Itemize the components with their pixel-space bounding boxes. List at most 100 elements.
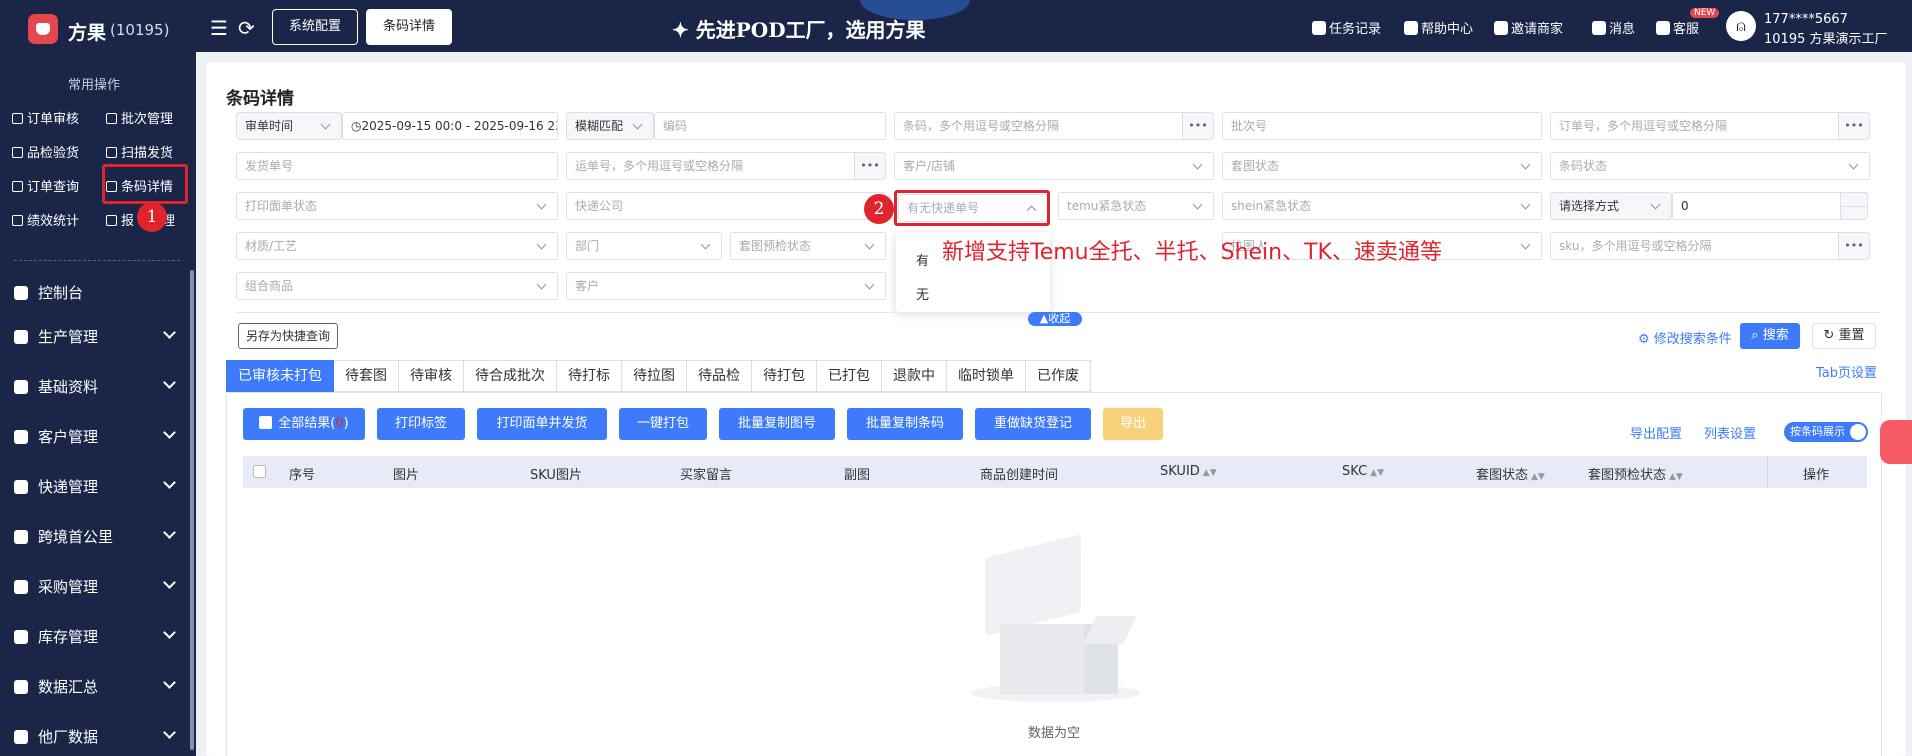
- temu-urgent-select[interactable]: temu紧急状态: [1058, 192, 1214, 220]
- barcode-status-select[interactable]: 条码状态: [1550, 152, 1870, 180]
- print-status-select[interactable]: 打印面单状态: [236, 192, 558, 220]
- tab-voided[interactable]: 已作废: [1026, 360, 1091, 392]
- sidebar-divider: [14, 260, 180, 261]
- search-button[interactable]: ⌕ 搜索: [1740, 323, 1800, 349]
- tab-pending-batch[interactable]: 待合成批次: [464, 360, 557, 392]
- message-link[interactable]: 消息: [1592, 18, 1635, 37]
- user-add-icon: [1494, 21, 1508, 35]
- tab-system-config[interactable]: 系统配置: [272, 9, 359, 45]
- export-button[interactable]: 导出: [1103, 408, 1163, 440]
- col-set-status[interactable]: 套图状态 ▲▼: [1476, 464, 1545, 483]
- batch-input[interactable]: 批次号: [1222, 112, 1542, 140]
- collapse-toggle[interactable]: ▲收起: [1028, 312, 1082, 326]
- code-input[interactable]: 编码: [654, 112, 886, 140]
- combo-goods-select[interactable]: 组合商品: [236, 272, 558, 300]
- department-select[interactable]: 部门: [566, 232, 722, 260]
- quick-op-scan-ship[interactable]: 扫描发货: [106, 142, 173, 161]
- all-results-button[interactable]: 全部结果(0): [243, 408, 365, 440]
- sku-input[interactable]: sku，多个用逗号或空格分隔: [1550, 232, 1870, 260]
- tab-pending-qc[interactable]: 待品检: [687, 360, 752, 392]
- tab-pending-label[interactable]: 待打标: [557, 360, 622, 392]
- col-skc[interactable]: SKC ▲▼: [1342, 464, 1384, 479]
- brand-logo-icon[interactable]: [28, 14, 58, 44]
- date-range-picker[interactable]: ◷2025-09-15 00:0 - 2025-09-16 23:5: [342, 112, 558, 140]
- export-config-link[interactable]: 导出配置: [1630, 423, 1682, 442]
- sidebar-scrollbar[interactable]: [190, 270, 194, 750]
- one-click-pack-button[interactable]: 一键打包: [619, 408, 707, 440]
- tab-packed[interactable]: 已打包: [817, 360, 882, 392]
- courier-input[interactable]: 快递公司: [566, 192, 886, 220]
- select-all-checkbox[interactable]: [253, 465, 266, 478]
- waybill-input[interactable]: 运单号，多个用逗号或空格分隔: [566, 152, 886, 180]
- avatar[interactable]: ⍝: [1726, 11, 1756, 41]
- quick-op-performance[interactable]: 绩效统计: [12, 210, 79, 229]
- time-type-select[interactable]: 审单时间: [236, 112, 342, 140]
- print-label-button[interactable]: 打印标签: [377, 408, 465, 440]
- sidebar-item-basic-data[interactable]: 基础资料: [14, 376, 176, 397]
- task-record-link[interactable]: 任务记录: [1312, 18, 1381, 37]
- material-select[interactable]: 材质/工艺: [236, 232, 558, 260]
- checkbox-icon: [12, 113, 23, 124]
- col-skuid[interactable]: SKUID ▲▼: [1160, 464, 1217, 479]
- tab-settings-link[interactable]: Tab页设置: [1816, 362, 1877, 381]
- scan-icon: [106, 147, 117, 158]
- customer-shop-select[interactable]: 客户/店铺: [894, 152, 1214, 180]
- quick-op-order-query[interactable]: 订单查询: [12, 176, 79, 195]
- search-doc-icon: [12, 181, 23, 192]
- order-no-input[interactable]: 订单号，多个用逗号或空格分隔: [1550, 112, 1870, 140]
- print-and-ship-button[interactable]: 打印面单并发货: [477, 408, 607, 440]
- tab-pending-pack[interactable]: 待打包: [752, 360, 817, 392]
- number-stepper[interactable]: [1840, 192, 1868, 220]
- refresh-icon[interactable]: ⟳: [238, 16, 255, 40]
- sidebar-item-first-mile[interactable]: 跨境首公里: [14, 526, 176, 547]
- shein-urgent-select[interactable]: shein紧急状态: [1222, 192, 1542, 220]
- quick-op-quality-check[interactable]: 品检验货: [12, 142, 79, 161]
- copy-image-no-button[interactable]: 批量复制图号: [719, 408, 835, 440]
- invite-merchant-link[interactable]: 邀请商家: [1494, 18, 1563, 37]
- sidebar-item-other-factory[interactable]: 他厂数据: [14, 726, 176, 747]
- tab-reviewed-unpacked[interactable]: 已审核未打包: [226, 360, 334, 392]
- sidebar-item-courier[interactable]: 快递管理: [14, 476, 176, 497]
- dropdown-option-yes[interactable]: 有: [916, 250, 929, 269]
- barcode-input[interactable]: 条码，多个用逗号或空格分隔: [894, 112, 1214, 140]
- quick-op-batch-manage[interactable]: 批次管理: [106, 108, 173, 127]
- tab-pending-review[interactable]: 待审核: [399, 360, 464, 392]
- redo-stockout-button[interactable]: 重做缺货登记: [975, 408, 1091, 440]
- tab-temp-lock[interactable]: 临时锁单: [947, 360, 1026, 392]
- ship-no-input[interactable]: 发货单号: [236, 152, 558, 180]
- quick-op-order-review[interactable]: 订单审核: [12, 108, 79, 127]
- chevron-down-icon: [163, 626, 176, 639]
- help-center-link[interactable]: 帮助中心: [1404, 18, 1473, 37]
- set-image-status-select[interactable]: 套图状态: [1222, 152, 1542, 180]
- gear-icon: ⚙: [1638, 332, 1650, 347]
- dropdown-option-no[interactable]: 无: [916, 284, 929, 303]
- customer-select[interactable]: 客户: [566, 272, 886, 300]
- tab-refunding[interactable]: 退款中: [882, 360, 947, 392]
- sidebar-item-purchase[interactable]: 采购管理: [14, 576, 176, 597]
- reset-button[interactable]: ↻ 重置: [1812, 323, 1876, 349]
- sidebar-item-inventory[interactable]: 库存管理: [14, 626, 176, 647]
- menu-toggle-icon[interactable]: ☰: [210, 16, 228, 40]
- sidebar-item-dashboard[interactable]: 控制台: [14, 282, 174, 303]
- number-input[interactable]: 0: [1672, 192, 1842, 220]
- col-index: 序号: [289, 468, 316, 483]
- floating-side-tab[interactable]: [1880, 420, 1912, 464]
- save-quick-query-button[interactable]: 另存为快捷查询: [238, 323, 339, 349]
- truck-icon: [14, 480, 28, 494]
- col-actions: 操作: [1803, 468, 1830, 483]
- barcode-display-toggle[interactable]: 按条码展示: [1784, 422, 1868, 442]
- customer-service-link[interactable]: 客服: [1656, 18, 1699, 37]
- copy-barcode-button[interactable]: 批量复制条码: [847, 408, 963, 440]
- list-settings-link[interactable]: 列表设置: [1704, 423, 1756, 442]
- tab-pending-set[interactable]: 待套图: [334, 360, 399, 392]
- col-set-precheck[interactable]: 套图预检状态 ▲▼: [1588, 464, 1683, 483]
- set-precheck-select[interactable]: 套图预检状态: [730, 232, 886, 260]
- sidebar-item-data-summary[interactable]: 数据汇总: [14, 676, 176, 697]
- match-mode-select[interactable]: 模糊匹配: [566, 112, 654, 140]
- tab-pending-pull[interactable]: 待拉图: [622, 360, 687, 392]
- sidebar-item-customers[interactable]: 客户管理: [14, 426, 176, 447]
- modify-search-link[interactable]: ⚙ 修改搜索条件: [1638, 328, 1732, 347]
- tab-barcode-detail[interactable]: 条码详情: [366, 9, 453, 45]
- sidebar-item-production[interactable]: 生产管理: [14, 326, 176, 347]
- choose-method-select[interactable]: 请选择方式: [1550, 192, 1672, 220]
